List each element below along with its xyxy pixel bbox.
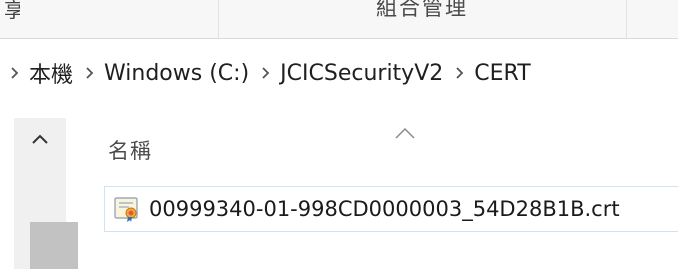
chevron-right-icon[interactable] — [85, 63, 94, 84]
file-list-item[interactable]: 00999340-01-998CD0000003_54D28B1B.crt — [104, 186, 678, 232]
scroll-up-arrow-icon[interactable] — [14, 124, 66, 154]
breadcrumb: 本機 Windows (C:) JCICSecurityV2 CERT — [0, 38, 678, 108]
breadcrumb-item-jcicsecurityv2[interactable]: JCICSecurityV2 — [280, 61, 443, 86]
ribbon-partial-label: 享 — [4, 0, 20, 22]
column-header-label[interactable]: 名稱 — [108, 135, 152, 165]
ribbon-tab-strip: 享 組合管理 — [0, 0, 678, 39]
ribbon-divider — [626, 0, 627, 38]
chevron-right-icon[interactable] — [261, 63, 270, 84]
navigation-pane-scrollbar[interactable] — [14, 118, 78, 269]
chevron-right-icon[interactable] — [455, 63, 464, 84]
scrollbar-thumb[interactable] — [30, 222, 78, 269]
column-header-name[interactable]: 名稱 — [104, 120, 678, 180]
file-name[interactable]: 00999340-01-998CD0000003_54D28B1B.crt — [149, 197, 620, 221]
breadcrumb-item-this-pc[interactable]: 本機 — [29, 57, 73, 89]
file-explorer-window: 享 組合管理 本機 Windows (C:) JCICSecurityV2 CE… — [0, 0, 678, 269]
chevron-right-icon[interactable] — [10, 63, 19, 84]
breadcrumb-item-windows-c[interactable]: Windows (C:) — [104, 61, 249, 86]
certificate-file-icon — [114, 197, 138, 222]
ribbon-group-label[interactable]: 組合管理 — [218, 0, 626, 22]
breadcrumb-item-cert[interactable]: CERT — [474, 61, 530, 86]
sort-ascending-chevron-icon — [395, 127, 415, 139]
